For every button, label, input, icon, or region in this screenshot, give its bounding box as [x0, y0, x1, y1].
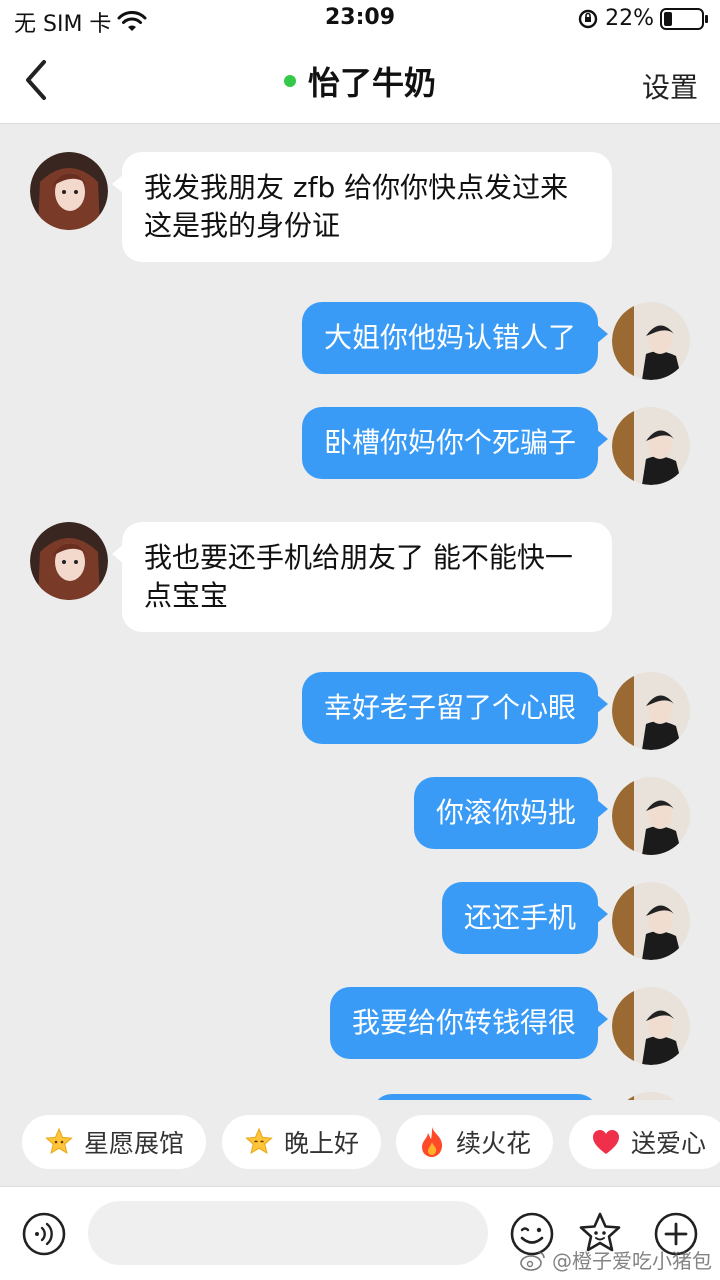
watermark: @橙子爱吃小猪包	[520, 1245, 712, 1274]
my-avatar[interactable]	[612, 407, 690, 485]
voice-input-icon[interactable]	[22, 1212, 66, 1256]
weibo-logo-icon	[520, 1250, 545, 1271]
chip-continue-spark[interactable]: 续火花	[396, 1115, 554, 1169]
online-status-dot	[283, 75, 296, 87]
star-face-icon	[245, 1127, 273, 1155]
chip-label: 续火花	[456, 1129, 532, 1158]
chip-label: 星愿展馆	[84, 1129, 185, 1158]
message-bubble-sent[interactable]: 还还手机	[441, 882, 609, 954]
chip-good-evening[interactable]: 晚上好	[222, 1115, 382, 1169]
contact-avatar[interactable]	[30, 152, 108, 230]
chip-send-love[interactable]: 送爱心	[569, 1115, 720, 1169]
my-avatar[interactable]	[612, 672, 690, 750]
battery-icon	[660, 7, 708, 30]
message-bubble-received[interactable]: 我发我朋友 zfb 给你你快点发过来 这是我的身份证	[112, 152, 612, 262]
battery-percent: 22%	[605, 6, 654, 31]
quick-action-bar: 星愿展馆 晚上好 续火花 送爱心	[0, 1100, 720, 1186]
star-face-icon	[45, 1127, 73, 1155]
message-bubble-sent[interactable]: 你滚你妈批	[413, 777, 609, 849]
settings-button[interactable]: 设置	[642, 66, 698, 106]
title-group: 怡了牛奶	[0, 58, 720, 104]
message-bubble-sent[interactable]: 幸好老子留了个心眼	[301, 672, 609, 744]
heart-icon	[593, 1130, 619, 1154]
message-bubble-sent[interactable]: 我要给你转钱得很	[329, 987, 609, 1059]
message-bubble-sent[interactable]: 卧槽你妈你个死骗子	[301, 407, 609, 479]
rotation-lock-icon	[578, 9, 598, 28]
chip-label: 送爱心	[631, 1129, 707, 1158]
nav-bar: 怡了牛奶 设置	[0, 40, 720, 124]
message-input[interactable]	[88, 1201, 488, 1265]
message-bubble-received[interactable]: 我也要还手机给朋友了 能不能快一点宝宝	[112, 522, 612, 632]
chip-star-gallery[interactable]: 星愿展馆	[22, 1115, 207, 1169]
status-bar: 无 SIM 卡 23:09 22%	[0, 0, 720, 40]
battery-fill	[664, 11, 672, 26]
my-avatar[interactable]	[612, 302, 690, 380]
chat-area[interactable]: 我发我朋友 zfb 给你你快点发过来 这是我的身份证 大姐你他妈认错人了 卧槽你…	[0, 124, 720, 1100]
my-avatar[interactable]	[612, 987, 690, 1065]
contact-avatar[interactable]	[30, 522, 108, 600]
my-avatar[interactable]	[612, 882, 690, 960]
my-avatar[interactable]	[612, 777, 690, 855]
watermark-text: @橙子爱吃小猪包	[552, 1249, 712, 1273]
chip-label: 晚上好	[284, 1129, 360, 1158]
fire-icon	[422, 1127, 443, 1157]
message-bubble-sent[interactable]: 大姐你他妈认错人了	[301, 302, 609, 374]
status-right: 22%	[577, 6, 708, 31]
my-avatar[interactable]	[612, 1092, 690, 1100]
contact-name: 怡了牛奶	[307, 64, 436, 102]
